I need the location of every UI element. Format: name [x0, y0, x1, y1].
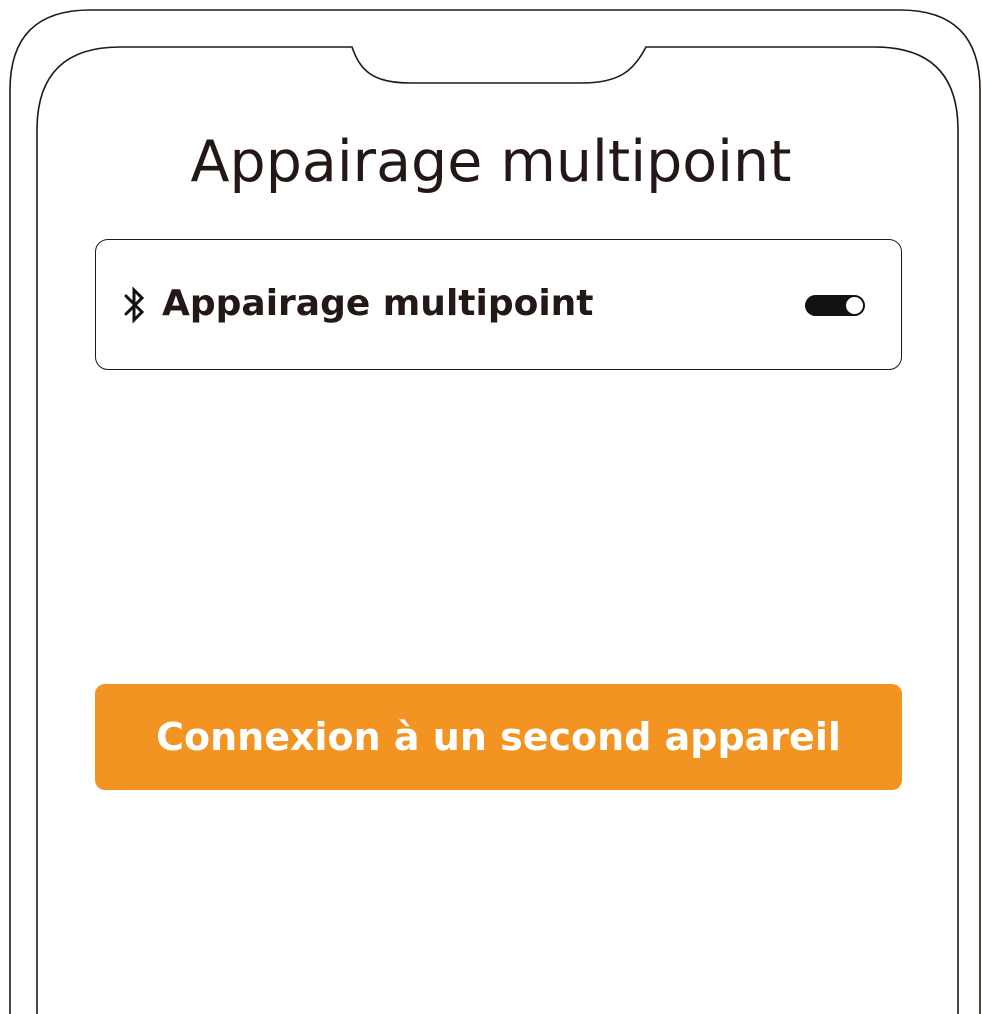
bluetooth-icon	[124, 286, 145, 324]
connect-second-device-button[interactable]: Connexion à un second appareil	[95, 684, 902, 790]
page-title: Appairage multipoint	[190, 129, 792, 195]
setting-label: Appairage multipoint	[162, 283, 594, 324]
multipoint-toggle[interactable]	[805, 295, 865, 316]
toggle-knob	[846, 297, 863, 314]
multipoint-setting-row: Appairage multipoint	[95, 239, 902, 370]
